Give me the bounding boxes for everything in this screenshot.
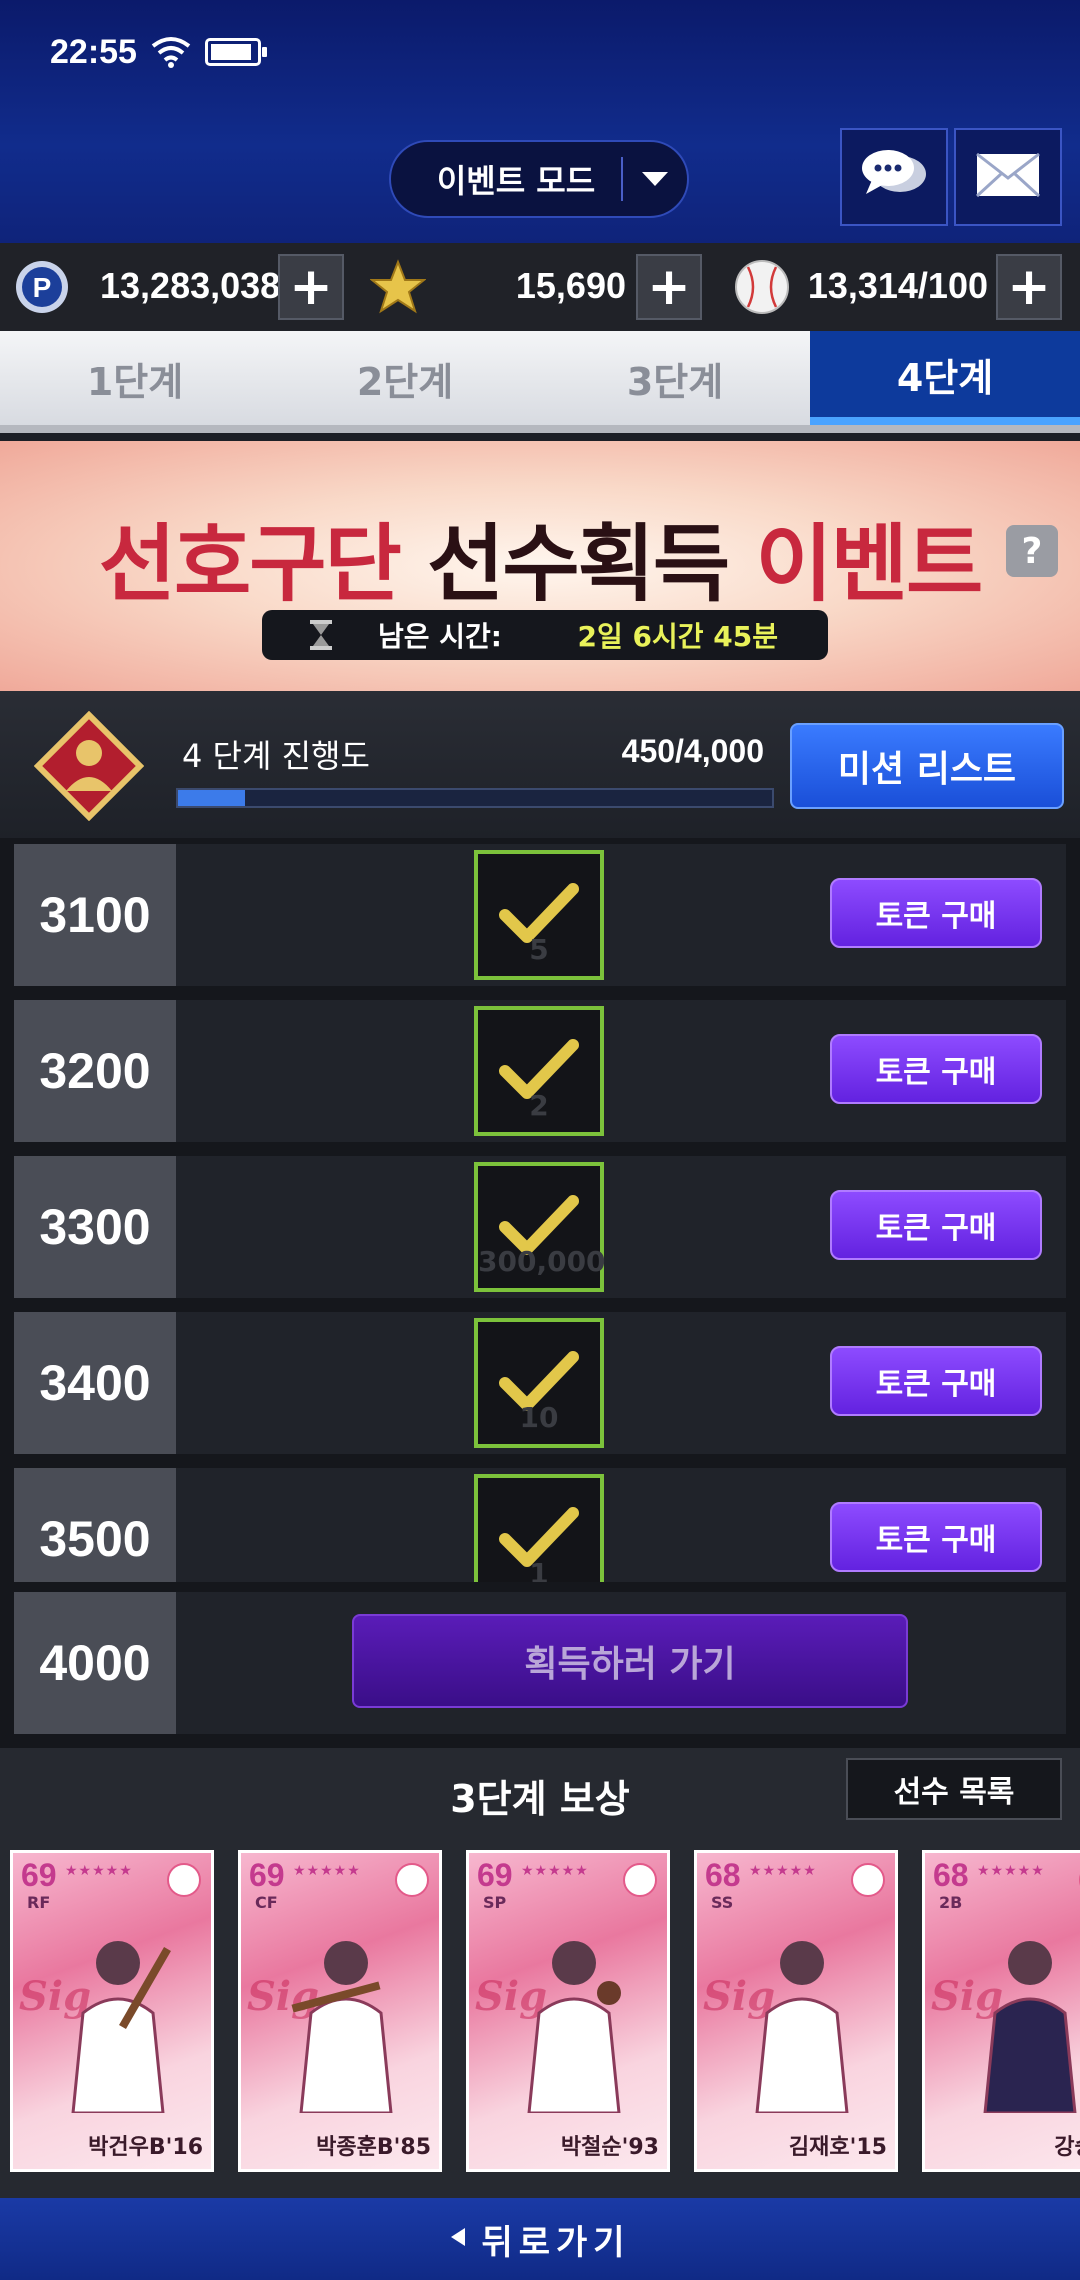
milestone-row: 3400 10 토큰 구매 [14,1312,1066,1454]
buy-token-button[interactable]: 토큰 구매 [830,1190,1042,1260]
status-time: 22:55 [50,32,137,71]
chat-icon [858,146,930,208]
hourglass-icon [308,620,334,650]
milestone-row: 3100 5 토큰 구매 [14,844,1066,986]
tab-stage-2[interactable]: 2단계 [270,331,540,425]
reward-slot[interactable]: 5 [474,850,604,980]
top-bar: 22:55 이벤트 모드 [0,0,1080,243]
stage-tabs: 1단계 2단계 3단계 4단계 [0,331,1080,433]
balls-value: 13,314/100 [807,265,988,306]
buy-token-button[interactable]: 토큰 구매 [830,878,1042,948]
milestone-number: 3300 [14,1156,176,1298]
progress-label: 4 단계 진행도 [182,737,370,775]
rewards-section: 3단계 보상 선수 목록 69 RF ★★★★★ Sig 박건우B'16 69 … [0,1748,1080,2198]
tab-stage-1[interactable]: 1단계 [0,331,270,425]
p-coin-icon: P [14,259,70,315]
event-banner: 선호구단 선수획득 이벤트 ? 남은 시간: 2일 6시간 45분 [0,441,1080,691]
milestone-number: 3100 [14,844,176,986]
team-logo-icon [167,1863,201,1897]
back-label: 뒤로가기 [481,2222,631,2263]
player-emblem-icon [33,710,145,822]
player-card[interactable]: 68 SS ★★★★★ Sig 김재호'15 [694,1850,898,2172]
star-rating-icon: ★★★★★ [977,1863,1045,1879]
player-figure-icon [737,1923,867,2115]
player-card[interactable]: 69 RF ★★★★★ Sig 박건우B'16 [10,1850,214,2172]
add-stars-button[interactable]: + [636,254,702,320]
player-card[interactable]: 69 CF ★★★★★ Sig 박종훈B'85 [238,1850,442,2172]
milestone-row: 3300 300,000 토큰 구매 [14,1156,1066,1298]
player-figure-icon [53,1923,183,2115]
team-logo-icon [623,1863,657,1897]
go-acquire-button[interactable]: 획득하러 가기 [352,1614,908,1708]
mission-list-button[interactable]: 미션 리스트 [790,723,1064,809]
mode-dropdown[interactable]: 이벤트 모드 [389,140,689,218]
player-card[interactable]: 69 SP ★★★★★ Sig 박철순'93 [466,1850,670,2172]
milestone-row: 3200 2 토큰 구매 [14,1000,1066,1142]
milestone-list: 3100 5 토큰 구매 3200 2 토큰 구매 3300 300,000 토… [0,838,1080,1748]
star-rating-icon: ★★★★★ [749,1863,817,1879]
banner-title: 선호구단 선수획득 이벤트 [98,515,984,613]
remaining-time: 남은 시간: 2일 6시간 45분 [262,610,828,660]
buy-token-button[interactable]: 토큰 구매 [830,1346,1042,1416]
reward-slot[interactable]: 10 [474,1318,604,1448]
star-rating-icon: ★★★★★ [521,1863,589,1879]
status-bar: 22:55 [50,30,267,74]
milestone-number: 4000 [14,1592,176,1734]
add-points-button[interactable]: + [278,254,344,320]
team-logo-icon [851,1863,885,1897]
player-list-button[interactable]: 선수 목록 [846,1758,1062,1820]
progress-value: 450/4,000 [621,733,764,769]
star-icon [369,259,427,315]
milestone-number: 3500 [14,1468,176,1582]
mail-button[interactable] [954,128,1062,226]
reward-slot[interactable]: 300,000 [474,1162,606,1292]
milestone-row: 3500 1 토큰 구매 [14,1468,1066,1582]
player-figure-icon [281,1923,411,2115]
progress-fill [178,790,245,806]
team-logo-icon [395,1863,429,1897]
points-value: 13,283,038 [100,265,281,306]
buy-token-button[interactable]: 토큰 구매 [830,1034,1042,1104]
star-rating-icon: ★★★★★ [65,1863,133,1879]
buy-token-button[interactable]: 토큰 구매 [830,1502,1042,1572]
add-balls-button[interactable]: + [996,254,1062,320]
timer-label: 남은 시간: [378,620,502,653]
player-card-carousel[interactable]: 69 RF ★★★★★ Sig 박건우B'16 69 CF ★★★★★ Sig … [0,1850,1080,2186]
chat-button[interactable] [840,128,948,226]
back-button[interactable]: 뒤로가기 [0,2198,1080,2280]
currency-bar: P 13,283,038 + 15,690 + 13,314/100 + [0,243,1080,331]
battery-icon [204,38,267,66]
stage-progress-panel: 4 단계 진행도 450/4,000 미션 리스트 [0,691,1080,838]
tab-stage-4[interactable]: 4단계 [810,331,1080,425]
star-rating-icon: ★★★★★ [293,1863,361,1879]
milestone-number: 3400 [14,1312,176,1454]
milestone-number: 3200 [14,1000,176,1142]
progress-bar [176,788,774,808]
baseball-icon [734,259,790,315]
timer-value: 2일 6시간 45분 [577,620,778,653]
wifi-icon [151,36,191,68]
tab-stage-3[interactable]: 3단계 [540,331,810,425]
chevron-left-icon [449,2226,467,2252]
milestone-row-final: 4000 획득하러 가기 [14,1592,1066,1734]
mode-label: 이벤트 모드 [436,162,596,200]
player-figure-icon [509,1923,639,2115]
reward-slot[interactable]: 1 [474,1474,604,1582]
envelope-icon [975,152,1041,202]
player-card[interactable]: 68 2B ★★★★★ Sig 강승호 [922,1850,1080,2172]
stars-value: 15,690 [515,265,626,306]
svg-text:P: P [33,272,52,303]
player-figure-icon [965,1923,1080,2115]
chevron-down-icon [623,172,687,186]
help-button[interactable]: ? [1006,525,1058,577]
reward-slot[interactable]: 2 [474,1006,604,1136]
